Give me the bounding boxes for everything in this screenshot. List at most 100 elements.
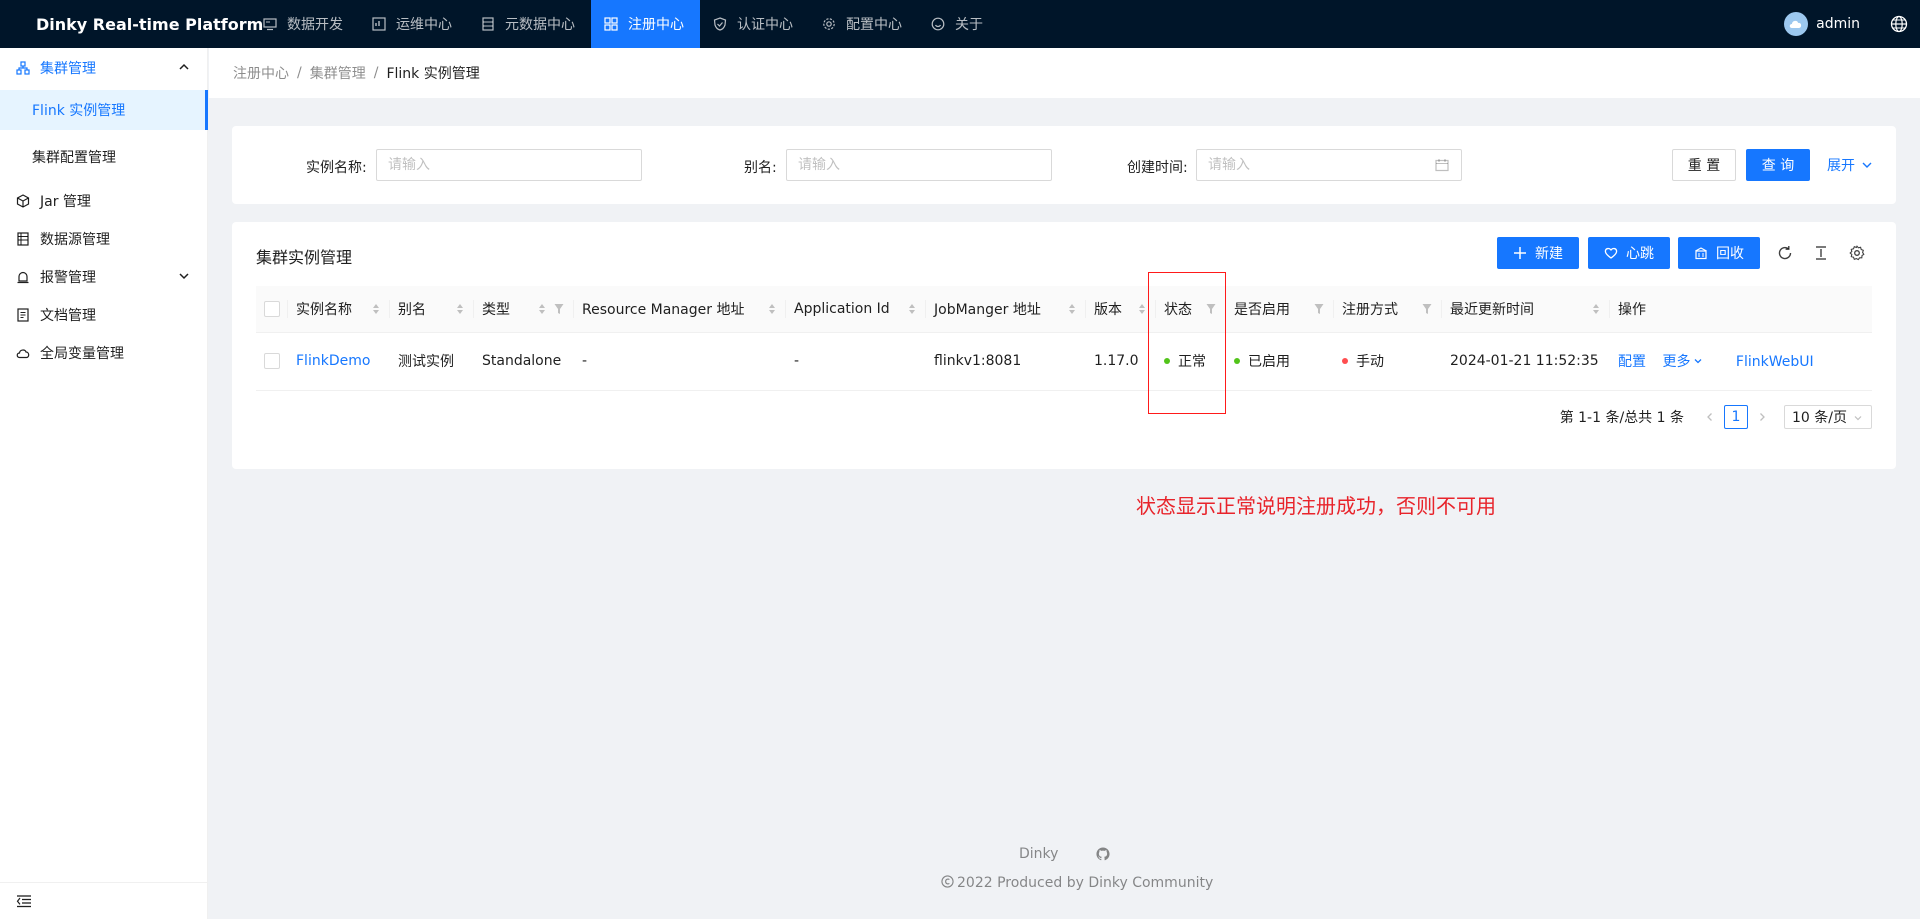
prev-page-button[interactable] — [1698, 405, 1722, 429]
flink-webui-link[interactable]: FlinkWebUI — [1736, 354, 1814, 370]
topnav-label: 元数据中心 — [505, 17, 575, 33]
sort-icon[interactable] — [1592, 303, 1600, 315]
create-time-label: 创建时间: — [1127, 160, 1188, 176]
menu-fold-icon[interactable] — [16, 893, 32, 909]
enabled-dot — [1234, 358, 1240, 364]
column-header[interactable]: 最近更新时间 — [1442, 286, 1610, 333]
sort-icon[interactable] — [538, 303, 546, 315]
topnav-metadata[interactable]: 元数据中心 — [468, 0, 591, 48]
sort-icon[interactable] — [1068, 303, 1076, 315]
column-header[interactable]: JobManger 地址 — [926, 286, 1086, 333]
topnav-about[interactable]: 关于 — [918, 0, 999, 48]
column-header[interactable]: 版本 — [1086, 286, 1156, 333]
new-button-label: 新建 — [1535, 246, 1563, 262]
page-size-select[interactable]: 10 条/页 — [1784, 405, 1872, 429]
username[interactable]: admin — [1816, 16, 1860, 32]
new-button[interactable]: 新建 — [1497, 237, 1579, 269]
topnav-label: 关于 — [955, 17, 983, 33]
select-all-checkbox[interactable] — [264, 300, 280, 317]
dashboard-icon — [372, 17, 386, 31]
column-height-icon[interactable] — [1813, 245, 1829, 261]
topnav-label: 注册中心 — [628, 17, 684, 33]
gear-icon — [823, 18, 835, 30]
sidebar-item-alert[interactable]: 报警管理 — [0, 257, 208, 297]
sidebar-item-label: 数据源管理 — [40, 232, 110, 248]
sidebar-item-label: Flink 实例管理 — [32, 103, 126, 119]
sort-icon[interactable] — [768, 303, 776, 315]
setting-icon[interactable] — [1849, 245, 1865, 261]
column-label: 状态 — [1164, 301, 1192, 318]
column-header: 操作 — [1610, 286, 1872, 333]
document-icon — [17, 308, 29, 322]
avatar[interactable] — [1784, 12, 1809, 36]
filter-icon[interactable] — [1206, 303, 1216, 315]
chevron-down-icon — [1862, 162, 1872, 168]
topnav-config[interactable]: 配置中心 — [809, 0, 918, 48]
sidebar-item-docs[interactable]: 文档管理 — [0, 295, 208, 335]
heartbeat-button[interactable]: 心跳 — [1588, 237, 1670, 269]
sidebar-item-cluster[interactable]: 集群管理 — [0, 48, 208, 88]
create-time-input[interactable] — [1196, 149, 1462, 181]
expand-button[interactable]: 展开 — [1822, 149, 1878, 181]
filter-icon[interactable] — [1314, 303, 1324, 315]
next-page-button[interactable] — [1750, 405, 1774, 429]
globe-icon[interactable] — [1890, 15, 1908, 33]
filter-icon[interactable] — [1422, 303, 1432, 315]
column-header[interactable]: 注册方式 — [1334, 286, 1442, 333]
table-title: 集群实例管理 — [256, 248, 353, 267]
chevron-down-icon — [179, 273, 189, 280]
register-dot — [1342, 358, 1348, 364]
column-header[interactable]: Resource Manager 地址 — [574, 286, 786, 333]
column-label: 最近更新时间 — [1450, 301, 1534, 318]
sort-icon[interactable] — [908, 303, 916, 315]
alias-input[interactable] — [786, 149, 1052, 181]
brand[interactable]: Dinky Real-time Platform — [0, 0, 263, 48]
footer-dinky-link[interactable]: Dinky — [1019, 846, 1058, 862]
column-header[interactable]: 实例名称 — [288, 286, 390, 333]
recycle-button[interactable]: 回收 — [1678, 237, 1760, 269]
topnav-ops[interactable]: 运维中心 — [359, 0, 468, 48]
instance-name-link[interactable]: FlinkDemo — [296, 353, 370, 369]
column-header[interactable]: 状态 — [1156, 286, 1226, 333]
topnav-data-dev[interactable]: 数据开发 — [250, 0, 359, 48]
cluster-icon — [16, 61, 30, 75]
calendar-icon[interactable] — [1435, 158, 1449, 172]
cell-version: 1.17.0 — [1086, 332, 1156, 391]
row-checkbox[interactable] — [264, 353, 280, 369]
column-header[interactable]: 类型 — [474, 286, 574, 333]
sidebar-item-flink-instances[interactable]: Flink 实例管理 — [0, 90, 208, 130]
breadcrumb-item[interactable]: 集群管理 — [310, 63, 366, 83]
query-button[interactable]: 查 询 — [1746, 149, 1810, 181]
column-header[interactable]: 别名 — [390, 286, 474, 333]
sidebar-item-jar[interactable]: Jar 管理 — [0, 181, 208, 221]
sidebar-item-label: 集群管理 — [40, 61, 96, 77]
sidebar: 集群管理 Flink 实例管理 集群配置管理 Jar 管理 数据源管理 报警管理… — [0, 48, 208, 919]
table-icon — [17, 232, 29, 246]
table-header-row: 实例名称 别名 类型 Resource Manager 地址 Applicati… — [256, 286, 1872, 333]
reset-button[interactable]: 重 置 — [1672, 149, 1736, 181]
page-number[interactable]: 1 — [1724, 405, 1748, 429]
column-header[interactable]: 是否启用 — [1226, 286, 1334, 333]
sort-icon[interactable] — [1138, 303, 1146, 315]
filter-icon[interactable] — [554, 303, 564, 315]
sidebar-item-label: 集群配置管理 — [32, 150, 116, 166]
sort-icon[interactable] — [372, 303, 380, 315]
github-icon[interactable] — [1096, 847, 1110, 861]
more-dropdown[interactable]: 更多 — [1662, 354, 1703, 370]
table-row: FlinkDemo 测试实例 Standalone - - flinkv1:80… — [256, 332, 1872, 391]
sidebar-item-cluster-config[interactable]: 集群配置管理 — [0, 137, 208, 177]
breadcrumb-item[interactable]: 注册中心 — [233, 63, 289, 83]
appstore-icon — [604, 17, 618, 31]
instance-name-input[interactable] — [376, 149, 642, 181]
topnav-auth[interactable]: 认证中心 — [700, 0, 809, 48]
config-link[interactable]: 配置 — [1618, 354, 1646, 370]
reload-icon[interactable] — [1777, 245, 1793, 261]
sidebar-item-global-vars[interactable]: 全局变量管理 — [0, 333, 208, 373]
cell-register: 手动 — [1334, 332, 1442, 391]
topnav-registry[interactable]: 注册中心 — [591, 0, 700, 48]
sort-icon[interactable] — [456, 303, 464, 315]
sidebar-item-datasource[interactable]: 数据源管理 — [0, 219, 208, 259]
bank-icon — [1695, 247, 1707, 260]
column-header[interactable]: Application Id — [786, 286, 926, 333]
cloud-icon — [16, 349, 30, 359]
